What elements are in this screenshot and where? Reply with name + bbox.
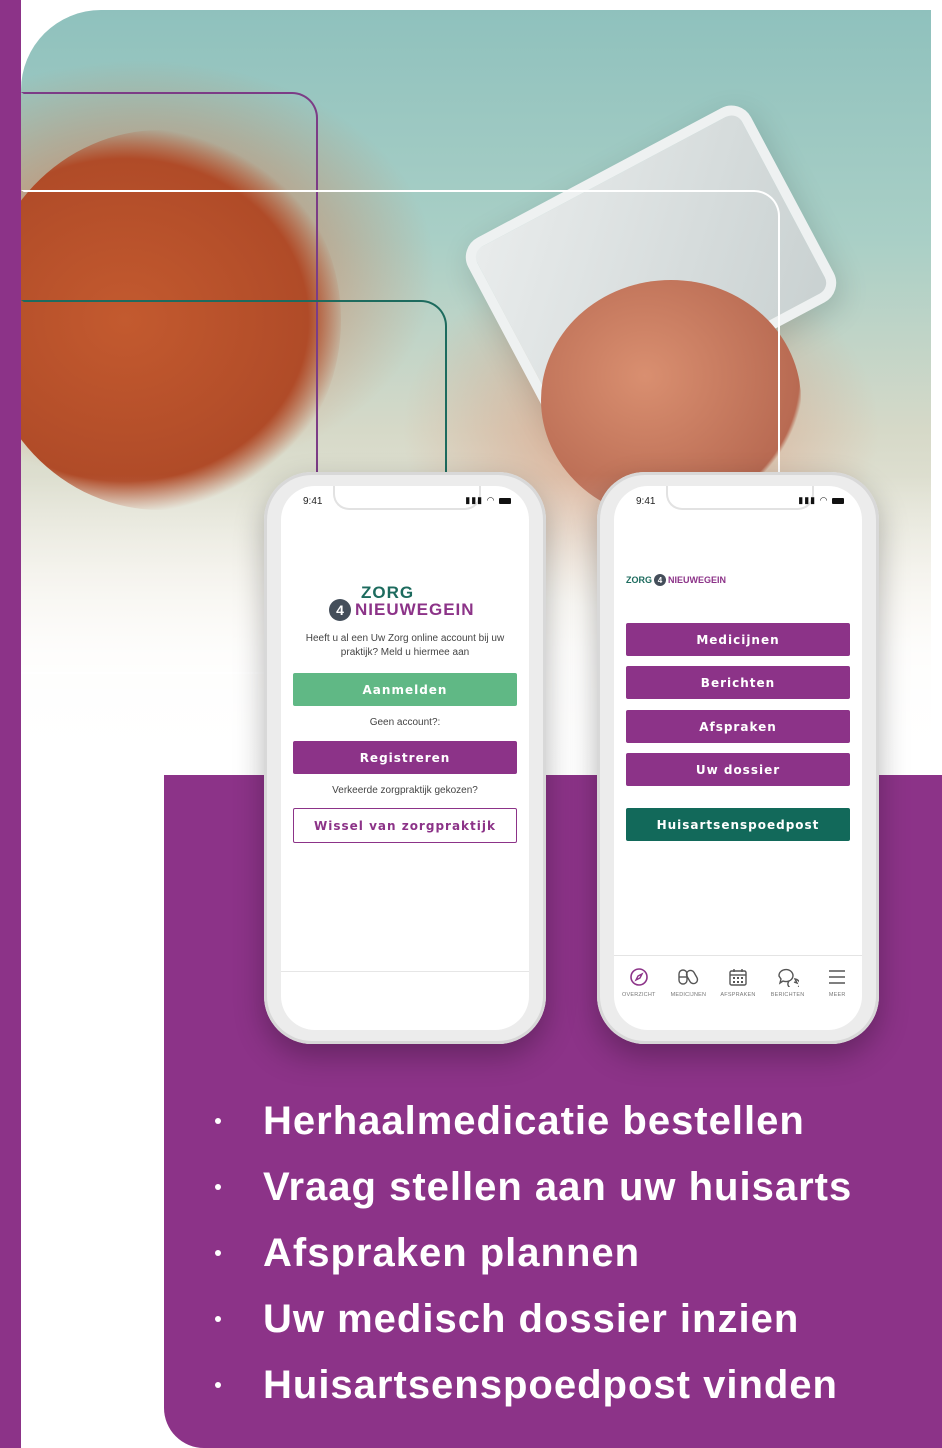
feature-text: Afspraken plannen <box>263 1231 641 1275</box>
calendar-icon <box>728 966 748 988</box>
appointments-button[interactable]: Afspraken <box>626 710 850 743</box>
tab-more-label: MEER <box>828 992 846 998</box>
compass-icon <box>629 966 649 988</box>
feature-item: Afspraken plannen <box>215 1220 852 1286</box>
wrong-practice-text: Verkeerde zorgpraktijk gekozen? <box>332 785 478 796</box>
medicines-button[interactable]: Medicijnen <box>626 623 850 656</box>
logo-four-badge: 4 <box>329 599 351 621</box>
phone-notch <box>666 486 814 510</box>
phone-login: 9:41 ▮▮▮ ◠ ZORG 4 NIEUWEGEIN Heeft u al … <box>264 472 546 1044</box>
decor-line-white-bottom <box>21 672 271 674</box>
left-purple-strip <box>0 0 21 1448</box>
feature-text: Vraag stellen aan uw huisarts <box>263 1165 853 1209</box>
feature-item: Vraag stellen aan uw huisarts <box>215 1154 852 1220</box>
messages-button[interactable]: Berichten <box>626 666 850 699</box>
feature-text: Herhaalmedicatie bestellen <box>263 1099 805 1143</box>
wifi-icon: ◠ <box>819 495 829 505</box>
chat-bubbles-icon <box>777 966 799 988</box>
tab-medicines-label: MEDICIJNEN <box>670 992 707 998</box>
feature-item: Huisartsenspoedpost vinden <box>215 1352 852 1418</box>
logo-zorg-text: ZORG <box>361 583 415 602</box>
tab-appointments-label: AFSPRAKEN <box>720 992 756 998</box>
status-time: 9:41 <box>303 496 323 507</box>
emergency-post-button[interactable]: Huisartsenspoedpost <box>626 808 850 841</box>
login-button[interactable]: Aanmelden <box>293 673 517 706</box>
feature-text: Uw medisch dossier inzien <box>263 1297 800 1341</box>
tab-medicines[interactable]: MEDICIJNEN <box>665 966 711 1030</box>
logo-nieuwegein-text: NIEUWEGEIN <box>355 600 475 619</box>
feature-item: Herhaalmedicatie bestellen <box>215 1088 852 1154</box>
status-icons: ▮▮▮ ◠ <box>465 495 511 506</box>
signal-icon: ▮▮▮ <box>798 495 817 505</box>
hamburger-menu-icon <box>827 966 847 988</box>
phone-notch <box>333 486 481 510</box>
status-time: 9:41 <box>636 496 656 507</box>
logo-nieuwegein-text: NIEUWEGEIN <box>668 575 727 585</box>
register-button[interactable]: Registreren <box>293 741 517 774</box>
bullet-icon <box>215 1118 221 1124</box>
dossier-button[interactable]: Uw dossier <box>626 753 850 786</box>
logo-zorg-text: ZORG <box>626 575 652 585</box>
bullet-icon <box>215 1184 221 1190</box>
feature-item: Uw medisch dossier inzien <box>215 1286 852 1352</box>
bullet-icon <box>215 1250 221 1256</box>
no-account-text: Geen account?: <box>369 717 441 728</box>
overview-screen: 9:41 ▮▮▮ ◠ ZORG 4 NIEUWEGEIN Medicijnen … <box>614 486 862 1030</box>
battery-icon <box>832 497 844 504</box>
phone-overview: 9:41 ▮▮▮ ◠ ZORG 4 NIEUWEGEIN Medicijnen … <box>597 472 879 1044</box>
tab-overview[interactable]: OVERZICHT <box>616 966 662 1030</box>
tab-overview-label: OVERZICHT <box>622 992 656 998</box>
pills-icon <box>677 966 699 988</box>
tab-messages[interactable]: BERICHTEN <box>765 966 811 1030</box>
tab-appointments[interactable]: AFSPRAKEN <box>715 966 761 1030</box>
bullet-icon <box>215 1382 221 1388</box>
wifi-icon: ◠ <box>486 495 496 505</box>
login-intro-text: Heeft u al een Uw Zorg online account bi… <box>305 633 505 658</box>
feature-text: Huisartsenspoedpost vinden <box>263 1363 838 1407</box>
battery-icon <box>499 497 511 504</box>
logo-four-badge: 4 <box>654 574 666 586</box>
feature-list: Herhaalmedicatie bestellen Vraag stellen… <box>215 1088 852 1418</box>
status-icons: ▮▮▮ ◠ <box>798 495 844 506</box>
bullet-icon <box>215 1316 221 1322</box>
tab-more[interactable]: MEER <box>814 966 860 1030</box>
signal-icon: ▮▮▮ <box>465 495 484 505</box>
tab-messages-label: BERICHTEN <box>770 992 805 998</box>
zorg4-logo-small: ZORG 4 NIEUWEGEIN <box>626 574 726 586</box>
tab-bar: OVERZICHT MEDICIJNEN AFSPRAKEN BERICHTEN <box>614 955 862 1030</box>
switch-practice-button[interactable]: Wissel van zorgpraktijk <box>293 808 517 843</box>
zorg4-logo: ZORG 4 NIEUWEGEIN <box>329 583 475 621</box>
login-screen: 9:41 ▮▮▮ ◠ ZORG 4 NIEUWEGEIN Heeft u al … <box>281 486 529 1030</box>
bottom-bar <box>281 971 529 1030</box>
